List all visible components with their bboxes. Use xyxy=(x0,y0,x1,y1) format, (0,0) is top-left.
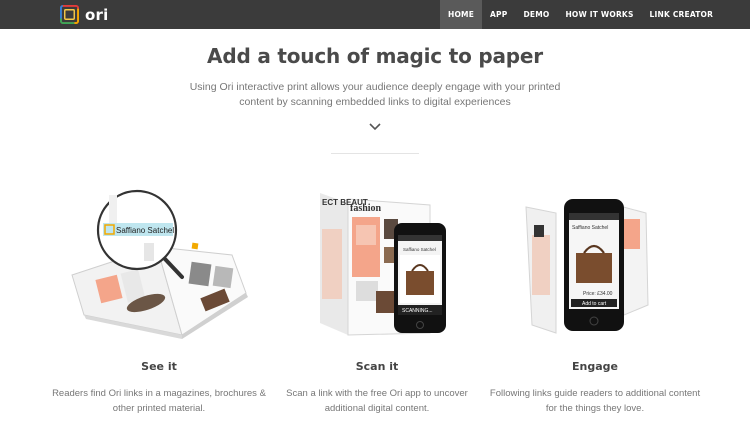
ori-logo-icon xyxy=(60,5,79,24)
scan-it-phone-status: SCANNING... xyxy=(402,308,433,314)
brand-name: ori xyxy=(85,5,109,24)
main-menu: HOME APP DEMO HOW IT WORKS LINK CREATOR xyxy=(440,0,721,29)
scan-it-phone-label: Saffiano Satchel xyxy=(403,247,436,252)
chevron-down-icon[interactable] xyxy=(368,121,382,133)
engage-add-to-cart: Add to cart xyxy=(582,301,607,307)
scan-it-illustration: ECT BEAUT fashion Saffiano Satchel SCANN… xyxy=(320,193,446,336)
see-it-illustration: Saffiano Satchel xyxy=(71,189,248,339)
page-subtitle: Using Ori interactive print allows your … xyxy=(189,81,561,108)
engage-price: Price: £34.00 xyxy=(583,291,613,297)
scan-it-magazine-title: fashion xyxy=(350,203,382,214)
top-nav: ori HOME APP DEMO HOW IT WORKS LINK CREA… xyxy=(0,0,750,29)
feature-title-scan-it: Scan it xyxy=(355,360,399,373)
feature-desc-engage: Following links guide readers to additio… xyxy=(489,388,701,414)
nav-item-how-it-works[interactable]: HOW IT WORKS xyxy=(557,0,641,29)
nav-item-link-creator[interactable]: LINK CREATOR xyxy=(642,0,722,29)
feature-desc-see-it: Readers find Ori links in a magazines, b… xyxy=(52,388,266,414)
nav-item-home[interactable]: HOME xyxy=(440,0,483,29)
page-title: Add a touch of magic to paper xyxy=(207,44,543,68)
engage-illustration: Saffiano Satchel Price: £34.00 Add to ca… xyxy=(525,199,649,334)
see-it-link-label: Saffiano Satchel xyxy=(116,226,174,235)
engage-phone-label: Saffiano Satchel xyxy=(572,225,608,231)
nav-item-app[interactable]: APP xyxy=(482,0,515,29)
brand-logo[interactable]: ori xyxy=(60,4,108,25)
section-divider xyxy=(331,153,419,154)
feature-desc-scan-it: Scan a link with the free Ori app to unc… xyxy=(286,388,468,414)
nav-item-demo[interactable]: DEMO xyxy=(515,0,557,29)
feature-title-see-it: See it xyxy=(141,360,177,373)
feature-title-engage: Engage xyxy=(572,360,618,373)
